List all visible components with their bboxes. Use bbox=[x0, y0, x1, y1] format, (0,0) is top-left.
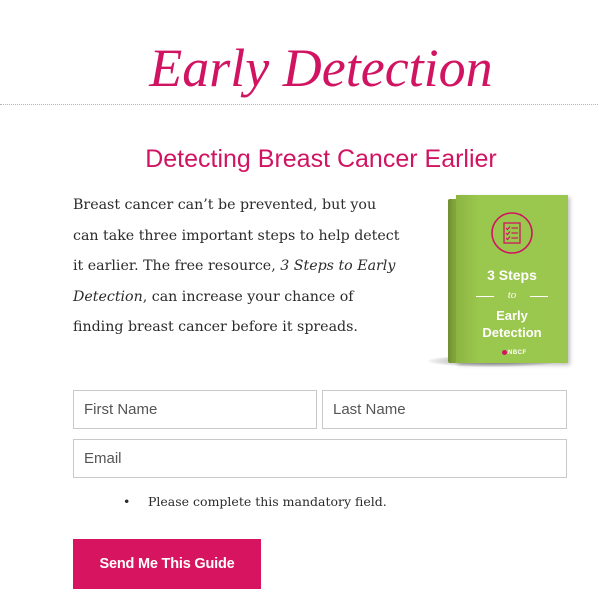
section-heading: Detecting Breast Cancer Earlier bbox=[145, 145, 497, 173]
book-title-line2: Detection bbox=[482, 325, 542, 340]
send-guide-button[interactable]: Send Me This Guide bbox=[73, 539, 261, 589]
email-input[interactable] bbox=[73, 439, 567, 478]
validation-error-item: • Please complete this mandatory field. bbox=[73, 492, 523, 512]
last-name-input[interactable] bbox=[322, 390, 567, 429]
checklist-icon bbox=[491, 212, 533, 254]
book-cover: 3 Steps to Early Detection NBCF bbox=[456, 195, 568, 363]
bullet-icon: • bbox=[123, 494, 131, 509]
logo-dot-icon bbox=[502, 350, 507, 355]
first-name-input[interactable] bbox=[73, 390, 317, 429]
intro-paragraph: Breast cancer can’t be prevented, but yo… bbox=[73, 190, 403, 343]
book-divider-right bbox=[530, 296, 548, 297]
book-title-line1: Early bbox=[496, 308, 528, 323]
validation-error-message: Please complete this mandatory field. bbox=[148, 494, 387, 509]
page-title: Early Detection bbox=[149, 38, 493, 98]
book-title-connector: to bbox=[507, 289, 517, 301]
guide-book-image: 3 Steps to Early Detection NBCF bbox=[424, 195, 574, 375]
validation-error-list: • Please complete this mandatory field. bbox=[73, 492, 523, 512]
book-title-top: 3 Steps bbox=[487, 267, 537, 283]
book-logo-text: NBCF bbox=[508, 350, 527, 356]
book-title-bottom: Early Detection bbox=[456, 307, 568, 341]
book-logo: NBCF bbox=[502, 350, 527, 356]
title-divider bbox=[0, 104, 598, 105]
